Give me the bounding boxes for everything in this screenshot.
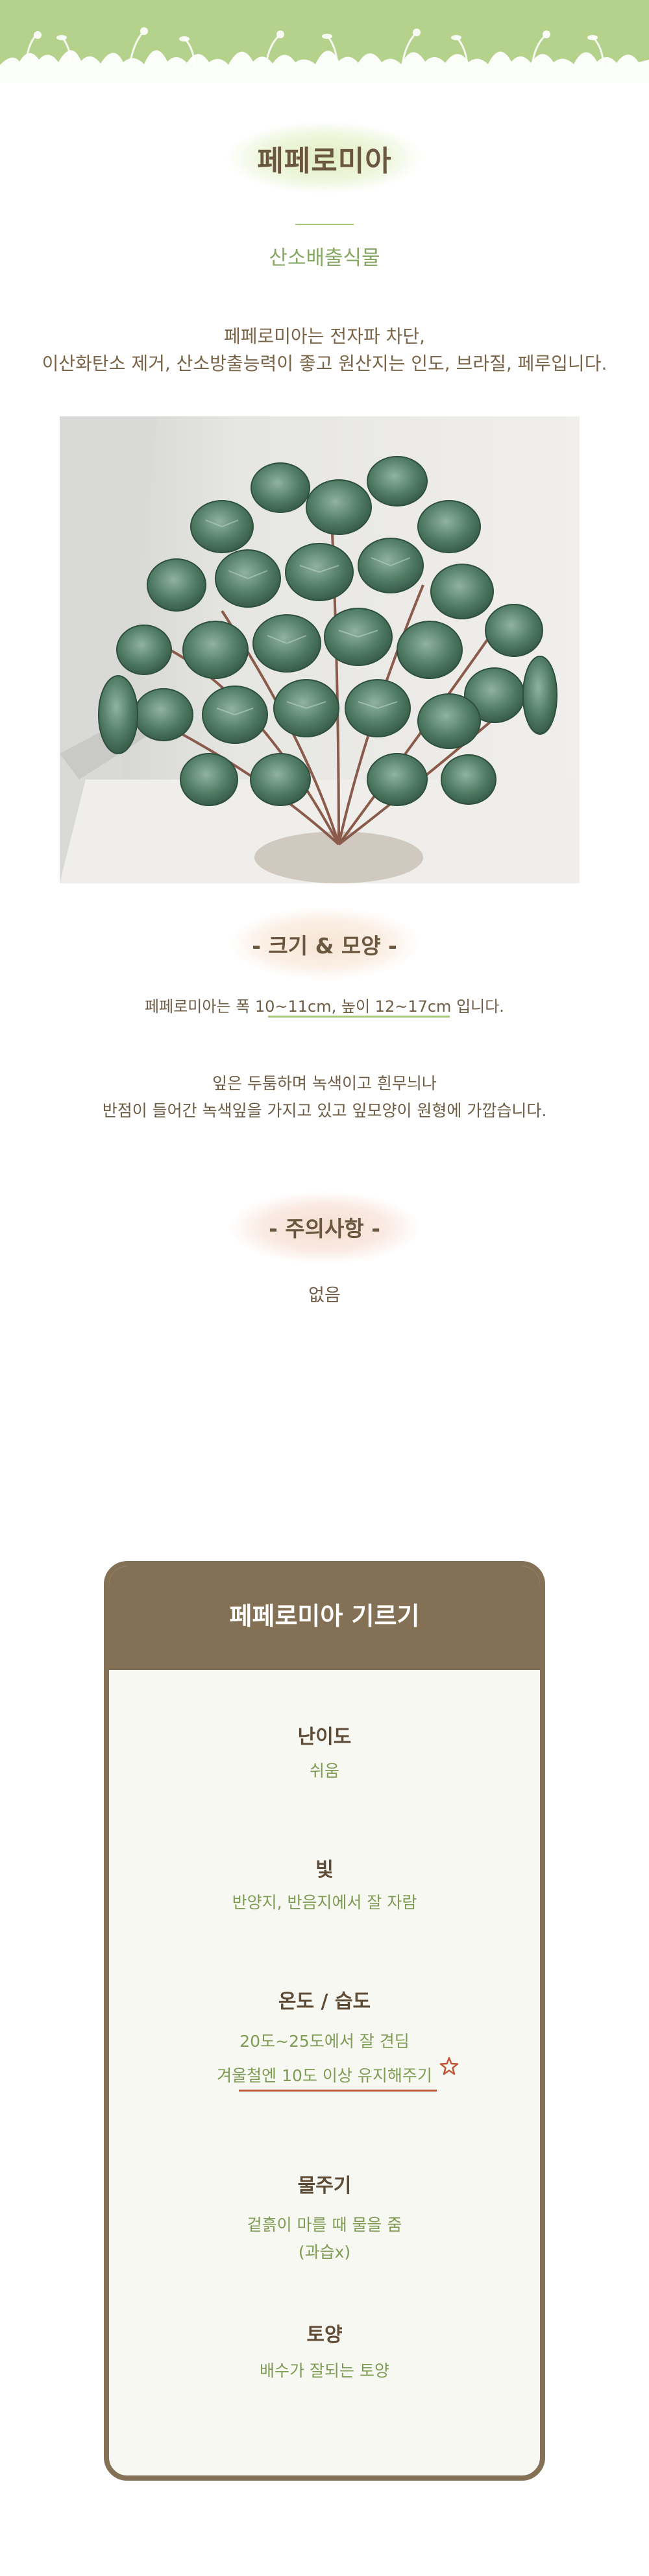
caution-heading: - 주의사항 -	[269, 1216, 380, 1241]
intro-line-1: 페페로미아는 전자파 차단,	[223, 326, 426, 347]
grass-silhouette-icon	[0, 27, 649, 83]
soil-value: 배수가 잘되는 토양	[260, 2361, 389, 2380]
peperomia-image	[60, 416, 580, 883]
light-label: 빛	[315, 1859, 334, 1881]
shape-text: 잎은 두툼하며 녹색이고 흰무늬나 반점이 들어간 녹색잎을 가지고 있고 잎모…	[0, 1070, 649, 1125]
shape-line-2: 반점이 들어간 녹색잎을 가지고 있고 잎모양이 원형에 가깝습니다.	[102, 1101, 547, 1120]
plant-photo	[60, 416, 580, 883]
star-icon	[439, 2057, 459, 2075]
caution-text: 없음	[308, 1285, 341, 1306]
size-text: 페페로미아는 폭 10~11cm, 높이 12~17cm 입니다.	[145, 997, 504, 1016]
page-title: 페페로미아	[257, 145, 392, 178]
temperature-note-underline	[239, 2090, 437, 2092]
light-value: 반양지, 반음지에서 잘 자람	[232, 1893, 417, 1912]
temperature-note: 겨울철엔 10도 이상 유지해주기	[217, 2066, 432, 2085]
soil-label: 토양	[306, 2324, 343, 2346]
page-subtitle: 산소배출식물	[269, 246, 380, 270]
watering-value: 겉흙이 마를 때 물을 줌	[247, 2215, 402, 2234]
temperature-label: 온도 / 습도	[278, 1990, 371, 2013]
size-shape-heading: - 크기 & 모양 -	[252, 933, 397, 959]
watering-note: (과습x)	[298, 2243, 351, 2261]
temperature-value: 20도~25도에서 잘 견딤	[239, 2032, 410, 2051]
title-divider	[295, 224, 354, 225]
care-card: 페페로미아 기르기 난이도 쉬움 빛 반양지, 반음지에서 잘 자람 온도 / …	[104, 1561, 545, 2481]
difficulty-label: 난이도	[297, 1726, 352, 1748]
intro-line-2: 이산화탄소 제거, 산소방출능력이 좋고 원산지는 인도, 브라질, 페루입니다…	[42, 353, 607, 374]
care-card-header: 페페로미아 기르기	[109, 1566, 540, 1670]
shape-line-1: 잎은 두툼하며 녹색이고 흰무늬나	[212, 1074, 437, 1093]
care-card-title: 페페로미아 기르기	[229, 1602, 420, 1630]
intro-text: 페페로미아는 전자파 차단, 이산화탄소 제거, 산소방출능력이 좋고 원산지는…	[0, 323, 649, 377]
size-underline	[268, 1016, 450, 1018]
watering-label: 물주기	[297, 2175, 352, 2197]
difficulty-value: 쉬움	[309, 1761, 339, 1780]
grass-banner	[0, 0, 649, 83]
